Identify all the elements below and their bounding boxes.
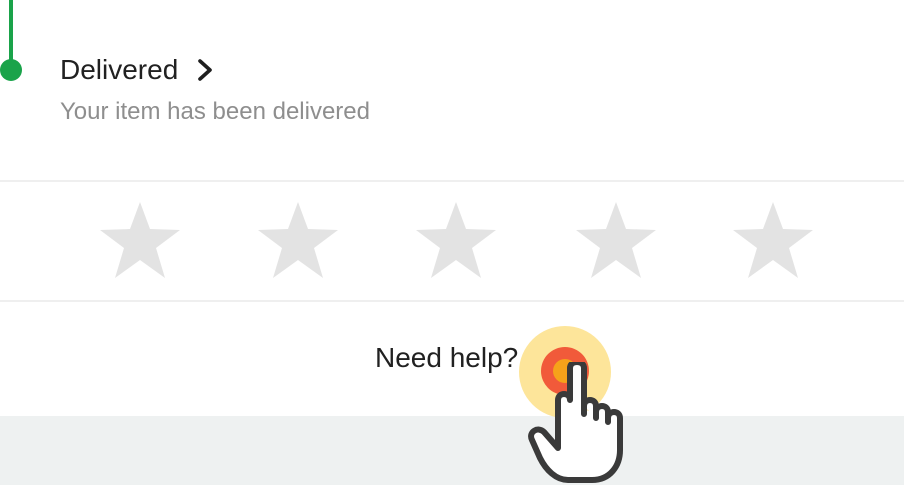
status-subtitle: Your item has been delivered bbox=[60, 98, 370, 125]
timeline-status-dot bbox=[0, 59, 22, 81]
delivered-status-link[interactable]: Delivered bbox=[60, 54, 216, 86]
order-detail-page: Delivered Your item has been delivered N… bbox=[0, 0, 904, 485]
chevron-right-icon bbox=[198, 59, 213, 81]
need-help-link[interactable]: Need help? bbox=[375, 342, 518, 374]
star-icon[interactable] bbox=[574, 200, 658, 280]
pointing-hand-icon bbox=[528, 362, 623, 483]
timeline-line bbox=[9, 0, 13, 68]
footer-band bbox=[0, 416, 904, 485]
status-title: Delivered bbox=[60, 54, 179, 85]
star-icon[interactable] bbox=[256, 200, 340, 280]
star-icon[interactable] bbox=[731, 200, 815, 280]
star-rating bbox=[0, 182, 904, 300]
star-icon[interactable] bbox=[414, 200, 498, 280]
delivery-status-section: Delivered Your item has been delivered bbox=[0, 0, 904, 180]
help-section: Need help? bbox=[0, 302, 904, 416]
star-icon[interactable] bbox=[98, 200, 182, 280]
